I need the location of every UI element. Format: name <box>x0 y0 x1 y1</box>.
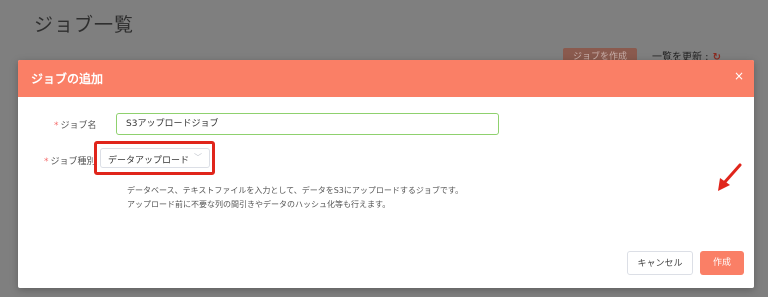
job-type-label: * ジョブ種別 <box>44 157 96 167</box>
page-title: ジョブ一覧 <box>34 14 135 36</box>
required-mark: * <box>54 121 59 131</box>
job-type-description-line2: アップロード前に不要な列の間引きやデータのハッシュ化等も行えます。 <box>127 200 391 209</box>
add-job-dialog: ジョブの追加 × * ジョブ名 S3アップロードジョブ * ジョブ種別 データアップ… <box>18 60 754 288</box>
pointer-arrow-icon <box>718 163 742 191</box>
dialog-header: ジョブの追加 × <box>18 60 754 97</box>
create-button[interactable]: 作成 <box>700 251 744 275</box>
required-mark: * <box>44 157 49 167</box>
job-type-select[interactable]: データアップロード ﹀ <box>100 148 210 168</box>
job-name-label: * ジョブ名 <box>54 121 97 131</box>
chevron-down-icon: ﹀ <box>194 153 202 162</box>
job-type-description-line1: データベース、テキストファイルを入力として、データをS3にアップロードするジョブ… <box>127 186 464 195</box>
job-type-selected-value: データアップロード <box>108 156 190 166</box>
cancel-button[interactable]: キャンセル <box>627 251 693 275</box>
close-icon[interactable]: × <box>734 69 744 83</box>
job-name-input[interactable]: S3アップロードジョブ <box>116 113 499 135</box>
dialog-title: ジョブの追加 <box>31 72 104 86</box>
